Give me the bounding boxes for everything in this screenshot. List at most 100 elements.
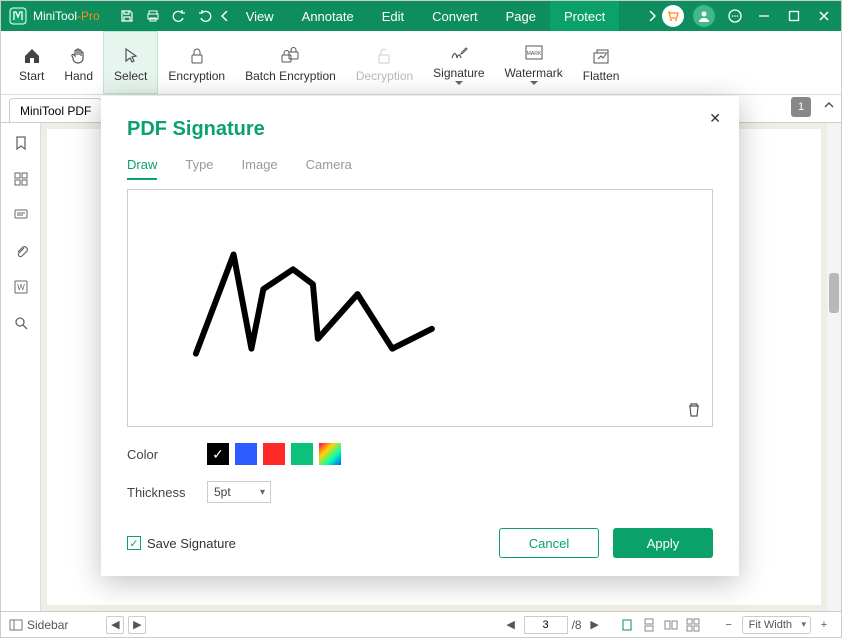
app-name: MiniTool-Pro [33,9,100,23]
cursor-icon [121,43,141,69]
menu-edit[interactable]: Edit [368,1,418,31]
left-sidebar: W [1,123,41,611]
view-single-icon[interactable] [618,616,636,634]
sidebar-toggle-icon[interactable] [9,618,23,632]
save-signature-label: Save Signature [147,536,236,551]
menu-protect[interactable]: Protect [550,1,619,31]
signature-canvas[interactable] [127,189,713,427]
home-icon [22,43,42,69]
minimize-button[interactable] [749,1,779,31]
color-label: Color [127,447,207,462]
color-row: Color ✓ [127,443,713,465]
svg-text:W: W [17,283,25,292]
thickness-label: Thickness [127,485,207,500]
ribbon-start[interactable]: Start [9,31,54,94]
view-facing-continuous-icon[interactable] [684,616,702,634]
zoom-dropdown[interactable]: Fit Width [742,616,811,634]
ribbon: Start Hand Select Encryption Batch Encry… [1,31,841,95]
hand-icon [69,43,89,69]
app-logo-icon [5,3,31,29]
batch-lock-icon [279,43,301,69]
tab-draw[interactable]: Draw [127,157,157,180]
sidebar-label[interactable]: Sidebar [27,618,68,632]
menu-scroll-right-icon[interactable] [645,2,659,30]
bookmark-icon[interactable] [9,131,33,155]
titlebar-right-icons [659,1,839,31]
scrollbar-thumb[interactable] [829,273,839,313]
menu-convert[interactable]: Convert [418,1,492,31]
print-icon[interactable] [140,2,166,30]
flatten-icon [591,43,611,69]
view-continuous-icon[interactable] [640,616,658,634]
dialog-tabs: Draw Type Image Camera [127,157,713,181]
next-page-icon[interactable]: ▶ [128,616,146,634]
zoom-out-icon[interactable]: − [720,616,738,634]
quick-access [114,2,218,30]
menu-view[interactable]: View [232,1,288,31]
cancel-button[interactable]: Cancel [499,528,599,558]
swatch-green[interactable] [291,443,313,465]
search-icon[interactable] [9,311,33,335]
svg-text:MARK: MARK [526,51,541,57]
signature-dialog: ✕ PDF Signature Draw Type Image Camera C… [101,96,739,576]
ribbon-batch-encryption[interactable]: Batch Encryption [235,31,346,94]
word-export-icon[interactable]: W [9,275,33,299]
thickness-dropdown[interactable]: 5pt [207,481,271,503]
save-icon[interactable] [114,2,140,30]
thumbnails-icon[interactable] [9,167,33,191]
comments-icon[interactable] [9,203,33,227]
tab-type[interactable]: Type [185,157,213,180]
ribbon-flatten[interactable]: Flatten [573,31,630,94]
menu-annotate[interactable]: Annotate [288,1,368,31]
thickness-row: Thickness 5pt [127,481,713,503]
first-page-icon[interactable]: ◀ [502,616,520,634]
ribbon-signature[interactable]: Signature [423,31,494,94]
swatch-black[interactable]: ✓ [207,443,229,465]
prev-page-icon[interactable]: ◀ [106,616,124,634]
lock-icon [187,43,207,69]
maximize-button[interactable] [779,1,809,31]
menu-tabs: View Annotate Edit Convert Page Protect [232,1,645,31]
ribbon-encryption[interactable]: Encryption [158,31,235,94]
page-total: /8 [572,618,582,632]
last-page-icon[interactable]: ▶ [586,616,604,634]
menu-scroll-left-icon[interactable] [218,2,232,30]
checkbox-icon: ✓ [127,536,141,550]
dialog-title: PDF Signature [127,118,713,141]
apply-button[interactable]: Apply [613,528,713,558]
ribbon-select[interactable]: Select [103,31,158,94]
app-window: MiniTool-Pro View Annotate Edit Convert … [0,0,842,638]
redo-icon[interactable] [192,2,218,30]
clear-signature-icon[interactable] [686,402,702,418]
zoom-in-icon[interactable]: + [815,616,833,634]
swatch-custom[interactable] [319,443,341,465]
undo-icon[interactable] [166,2,192,30]
page-badge: 1 [791,97,811,117]
swatch-red[interactable] [263,443,285,465]
user-icon[interactable] [693,5,715,27]
dialog-close-icon[interactable]: ✕ [709,110,721,127]
feedback-icon[interactable] [721,2,749,30]
menu-page[interactable]: Page [492,1,550,31]
ribbon-decryption: Decryption [346,31,423,94]
titlebar: MiniTool-Pro View Annotate Edit Convert … [1,1,841,31]
attachments-icon[interactable] [9,239,33,263]
ribbon-watermark[interactable]: MARKWatermark [495,31,573,94]
signature-icon [449,40,469,66]
swatch-blue[interactable] [235,443,257,465]
dialog-footer: ✓ Save Signature Cancel Apply [127,510,713,558]
app-name-suffix: Pro [81,9,100,23]
statusbar: Sidebar ◀ ▶ ◀ /8 ▶ − Fit Width + [1,611,841,637]
page-input[interactable] [524,616,568,634]
document-tab[interactable]: MiniTool PDF [9,98,102,122]
close-button[interactable] [809,1,839,31]
tab-image[interactable]: Image [242,157,278,180]
view-facing-icon[interactable] [662,616,680,634]
tab-camera[interactable]: Camera [306,157,352,180]
watermark-icon: MARK [523,40,545,66]
save-signature-checkbox[interactable]: ✓ Save Signature [127,536,236,551]
scrollbar-track[interactable] [827,123,841,611]
ribbon-hand[interactable]: Hand [54,31,103,94]
cart-icon[interactable] [662,5,684,27]
collapse-ribbon-icon[interactable] [823,99,835,111]
